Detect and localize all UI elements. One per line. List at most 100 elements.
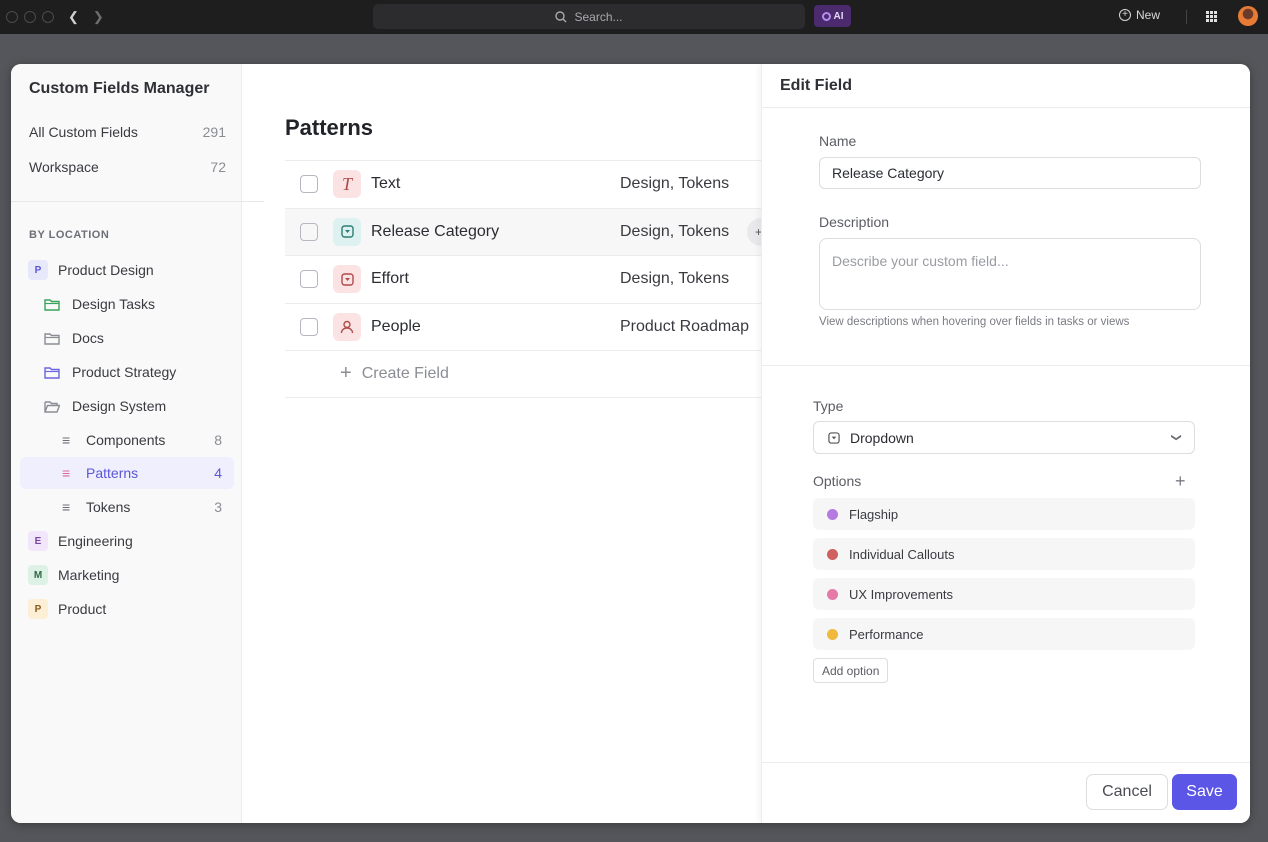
space-badge-icon: M (28, 565, 48, 585)
location-count: 4 (214, 465, 222, 481)
minimize-window-button[interactable] (24, 11, 36, 23)
option-color-dot[interactable] (827, 628, 838, 640)
sidebar-item-all-custom-fields[interactable]: All Custom Fields 291 (29, 124, 226, 140)
field-location: Design, Tokens (620, 270, 730, 288)
description-hint: View descriptions when hovering over fie… (819, 316, 1130, 328)
add-option-button[interactable]: Add option (813, 658, 889, 683)
close-window-button[interactable] (6, 11, 18, 23)
apps-grid-icon[interactable] (1206, 11, 1217, 22)
chevron-down-icon: ❯ (1170, 433, 1182, 442)
field-name: People (371, 317, 421, 335)
back-arrow-icon[interactable]: ❮ (68, 9, 79, 25)
location-label: Product Strategy (72, 364, 177, 380)
plus-circle-icon: + (1119, 9, 1131, 21)
option-item[interactable]: Performance (813, 618, 1195, 650)
location-product[interactable]: P Product (20, 593, 234, 625)
option-color-dot[interactable] (827, 508, 838, 520)
field-location: Product Roadmap (620, 317, 749, 335)
dropdown-icon (828, 431, 840, 444)
user-avatar[interactable] (1238, 6, 1258, 26)
location-docs[interactable]: Docs (20, 322, 234, 354)
space-badge-icon: P (28, 599, 48, 619)
location-engineering[interactable]: E Engineering (20, 525, 234, 557)
add-option-plus-icon[interactable]: + (1175, 471, 1186, 492)
folder-open-icon (44, 400, 60, 413)
option-item[interactable]: UX Improvements (813, 578, 1195, 610)
field-name: Release Category (371, 222, 500, 240)
sidebar-item-workspace[interactable]: Workspace 72 (29, 159, 226, 175)
option-label: UX Improvements (849, 586, 954, 602)
table-row[interactable]: Effort Design, Tokens (285, 255, 761, 303)
row-checkbox[interactable] (300, 222, 318, 241)
edit-field-panel: Edit Field Name Description View descrip… (761, 64, 1250, 823)
option-label: Flagship (849, 506, 899, 522)
table-row[interactable]: T Text Design, Tokens (285, 160, 761, 208)
divider (11, 201, 264, 202)
fields-table: T Text Design, Tokens Release Category D… (285, 160, 775, 398)
ai-button[interactable]: AI (814, 5, 851, 27)
table-row[interactable]: Release Category Design, Tokens + (285, 207, 775, 255)
option-label: Individual Callouts (849, 546, 955, 562)
location-label: Marketing (58, 567, 120, 583)
type-select[interactable]: Dropdown ❯ (813, 421, 1195, 454)
name-input[interactable] (819, 157, 1201, 189)
divider (762, 762, 1250, 763)
search-icon (555, 10, 567, 22)
field-location: Design, Tokens (620, 175, 730, 193)
maximize-window-button[interactable] (42, 11, 54, 23)
folder-icon (44, 366, 60, 379)
option-item[interactable]: Individual Callouts (813, 538, 1195, 570)
location-label: Docs (72, 330, 104, 346)
location-tokens[interactable]: ≡ Tokens 3 (20, 491, 234, 523)
global-search-input[interactable]: Search... (373, 4, 805, 29)
row-checkbox[interactable] (300, 270, 318, 289)
dropdown-icon (333, 217, 361, 246)
divider (1186, 10, 1187, 24)
field-name: Text (371, 175, 401, 193)
location-product-design[interactable]: P Product Design (20, 254, 234, 286)
space-badge-icon: P (28, 260, 48, 280)
create-field-button[interactable]: + Create Field (340, 362, 449, 385)
location-design-system[interactable]: Design System (20, 390, 234, 422)
sidebar-item-count: 72 (210, 159, 226, 175)
list-icon: ≡ (62, 432, 71, 448)
option-label: Performance (849, 626, 924, 642)
location-patterns[interactable]: ≡ Patterns 4 (20, 457, 234, 489)
location-product-strategy[interactable]: Product Strategy (20, 356, 234, 388)
create-field-label: Create Field (361, 364, 449, 382)
option-color-dot[interactable] (827, 548, 838, 560)
location-label: Product Design (58, 262, 154, 278)
location-components[interactable]: ≡ Components 8 (20, 424, 234, 456)
option-item[interactable]: Flagship (813, 498, 1195, 530)
cancel-button[interactable]: Cancel (1086, 774, 1168, 810)
new-button[interactable]: + New (1119, 8, 1160, 22)
location-label: Tokens (86, 499, 131, 515)
list-icon: ≡ (62, 465, 71, 481)
app-top-bar: ❮ ❯ Search... AI + New (0, 0, 1268, 34)
ai-icon (821, 11, 831, 21)
save-button[interactable]: Save (1172, 774, 1237, 810)
folder-icon (44, 298, 60, 311)
forward-arrow-icon[interactable]: ❯ (93, 9, 104, 25)
row-checkbox[interactable] (300, 175, 318, 194)
table-row[interactable]: People Product Roadmap (285, 302, 761, 351)
field-name: Effort (371, 270, 409, 288)
location-label: Design Tasks (72, 296, 156, 312)
window-controls (6, 11, 54, 23)
sidebar: Custom Fields Manager All Custom Fields … (11, 64, 264, 823)
row-checkbox[interactable] (300, 317, 318, 336)
create-field-row[interactable]: + Create Field (285, 350, 761, 398)
location-marketing[interactable]: M Marketing (20, 559, 234, 591)
person-icon (333, 312, 361, 341)
location-count: 3 (214, 499, 222, 515)
page-title: Patterns (285, 115, 374, 140)
location-design-tasks[interactable]: Design Tasks (20, 288, 234, 320)
type-value: Dropdown (850, 429, 914, 446)
option-color-dot[interactable] (827, 588, 838, 600)
divider (762, 365, 1250, 366)
description-input[interactable] (819, 238, 1201, 310)
location-label: Design System (72, 398, 167, 414)
new-label: New (1136, 8, 1161, 22)
list-icon: ≡ (62, 499, 71, 515)
location-label: Product (58, 601, 107, 617)
